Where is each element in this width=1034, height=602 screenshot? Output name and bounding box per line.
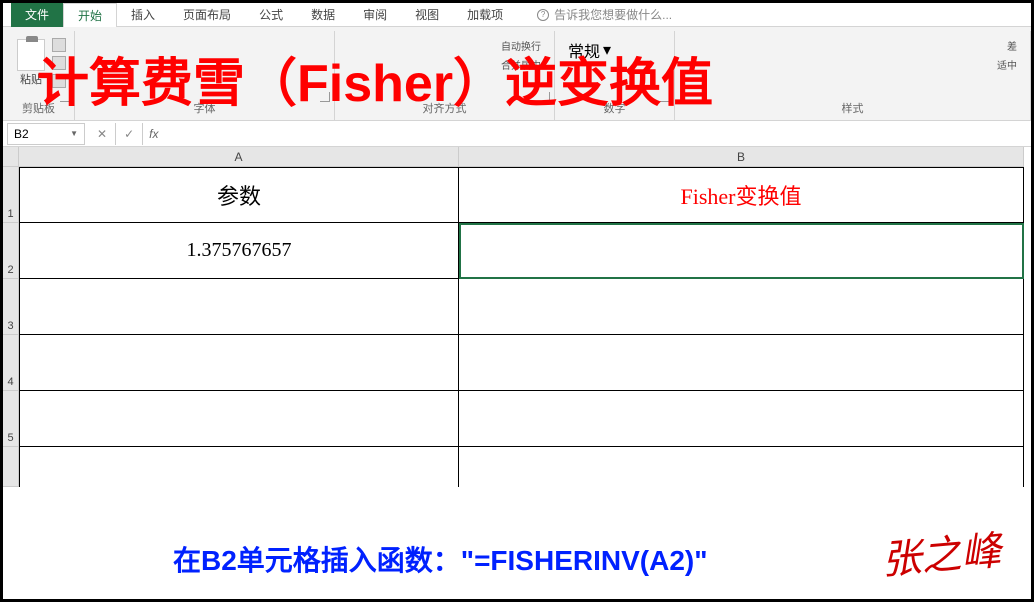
column-header-b[interactable]: B: [459, 147, 1024, 167]
row-header-6[interactable]: [3, 447, 19, 487]
tab-layout[interactable]: 页面布局: [169, 3, 245, 27]
cell-a4[interactable]: [19, 335, 459, 391]
tab-file[interactable]: 文件: [11, 3, 63, 27]
cell-a5[interactable]: [19, 391, 459, 447]
cell-a6[interactable]: [19, 447, 459, 487]
formula-input[interactable]: [164, 123, 1031, 145]
style-bad[interactable]: 差: [1006, 37, 1018, 54]
row-header-1[interactable]: 1: [3, 167, 19, 223]
tab-review[interactable]: 审阅: [349, 3, 401, 27]
tab-insert[interactable]: 插入: [117, 3, 169, 27]
column-header-a[interactable]: A: [19, 147, 459, 167]
row-header-4[interactable]: 4: [3, 335, 19, 391]
name-box-value: B2: [14, 127, 29, 141]
cell-a3[interactable]: [19, 279, 459, 335]
signature: 张之峰: [879, 518, 1004, 586]
cell-b4[interactable]: [459, 335, 1024, 391]
tab-formulas[interactable]: 公式: [245, 3, 297, 27]
bad-label: 差: [1007, 38, 1017, 53]
ribbon-group-styles: 差 适中 样式: [675, 31, 1031, 120]
row-header-5[interactable]: 5: [3, 391, 19, 447]
lightbulb-icon: ?: [537, 9, 549, 21]
accept-formula-button[interactable]: ✓: [116, 123, 143, 145]
cell-b6[interactable]: [459, 447, 1024, 487]
cell-b5[interactable]: [459, 391, 1024, 447]
styles-group-label: 样式: [683, 98, 1022, 118]
tab-home[interactable]: 开始: [63, 3, 117, 27]
annotation-text: 在B2单元格插入函数："=FISHERINV(A2)": [173, 539, 708, 579]
overlay-title: 计算费雪（Fisher）逆变换值: [37, 41, 713, 116]
select-all-corner[interactable]: [3, 147, 19, 167]
row-header-3[interactable]: 3: [3, 279, 19, 335]
chevron-down-icon: ▼: [70, 129, 78, 138]
row-header-2[interactable]: 2: [3, 223, 19, 279]
fx-icon[interactable]: fx: [143, 127, 164, 141]
name-box[interactable]: B2 ▼: [7, 123, 85, 145]
cell-a1[interactable]: 参数: [19, 167, 459, 223]
tab-addins[interactable]: 加载项: [453, 3, 517, 27]
cell-b2[interactable]: [459, 223, 1024, 279]
menu-tabs: 文件 开始 插入 页面布局 公式 数据 审阅 视图 加载项 ? 告诉我您想要做什…: [3, 3, 1031, 27]
cell-b1[interactable]: Fisher变换值: [459, 167, 1024, 223]
moderate-label: 适中: [997, 57, 1017, 72]
tell-me-text: 告诉我您想要做什么...: [554, 6, 672, 23]
cell-b3[interactable]: [459, 279, 1024, 335]
tab-data[interactable]: 数据: [297, 3, 349, 27]
spreadsheet-grid: A B 1 参数 Fisher变换值 2 1.375767657 3 4 5: [3, 147, 1031, 487]
formula-bar: B2 ▼ ✕ ✓ fx: [3, 121, 1031, 147]
cancel-formula-button[interactable]: ✕: [89, 123, 116, 145]
tell-me[interactable]: ? 告诉我您想要做什么...: [537, 6, 672, 23]
style-moderate[interactable]: 适中: [996, 56, 1018, 73]
tab-view[interactable]: 视图: [401, 3, 453, 27]
cell-a2[interactable]: 1.375767657: [19, 223, 459, 279]
